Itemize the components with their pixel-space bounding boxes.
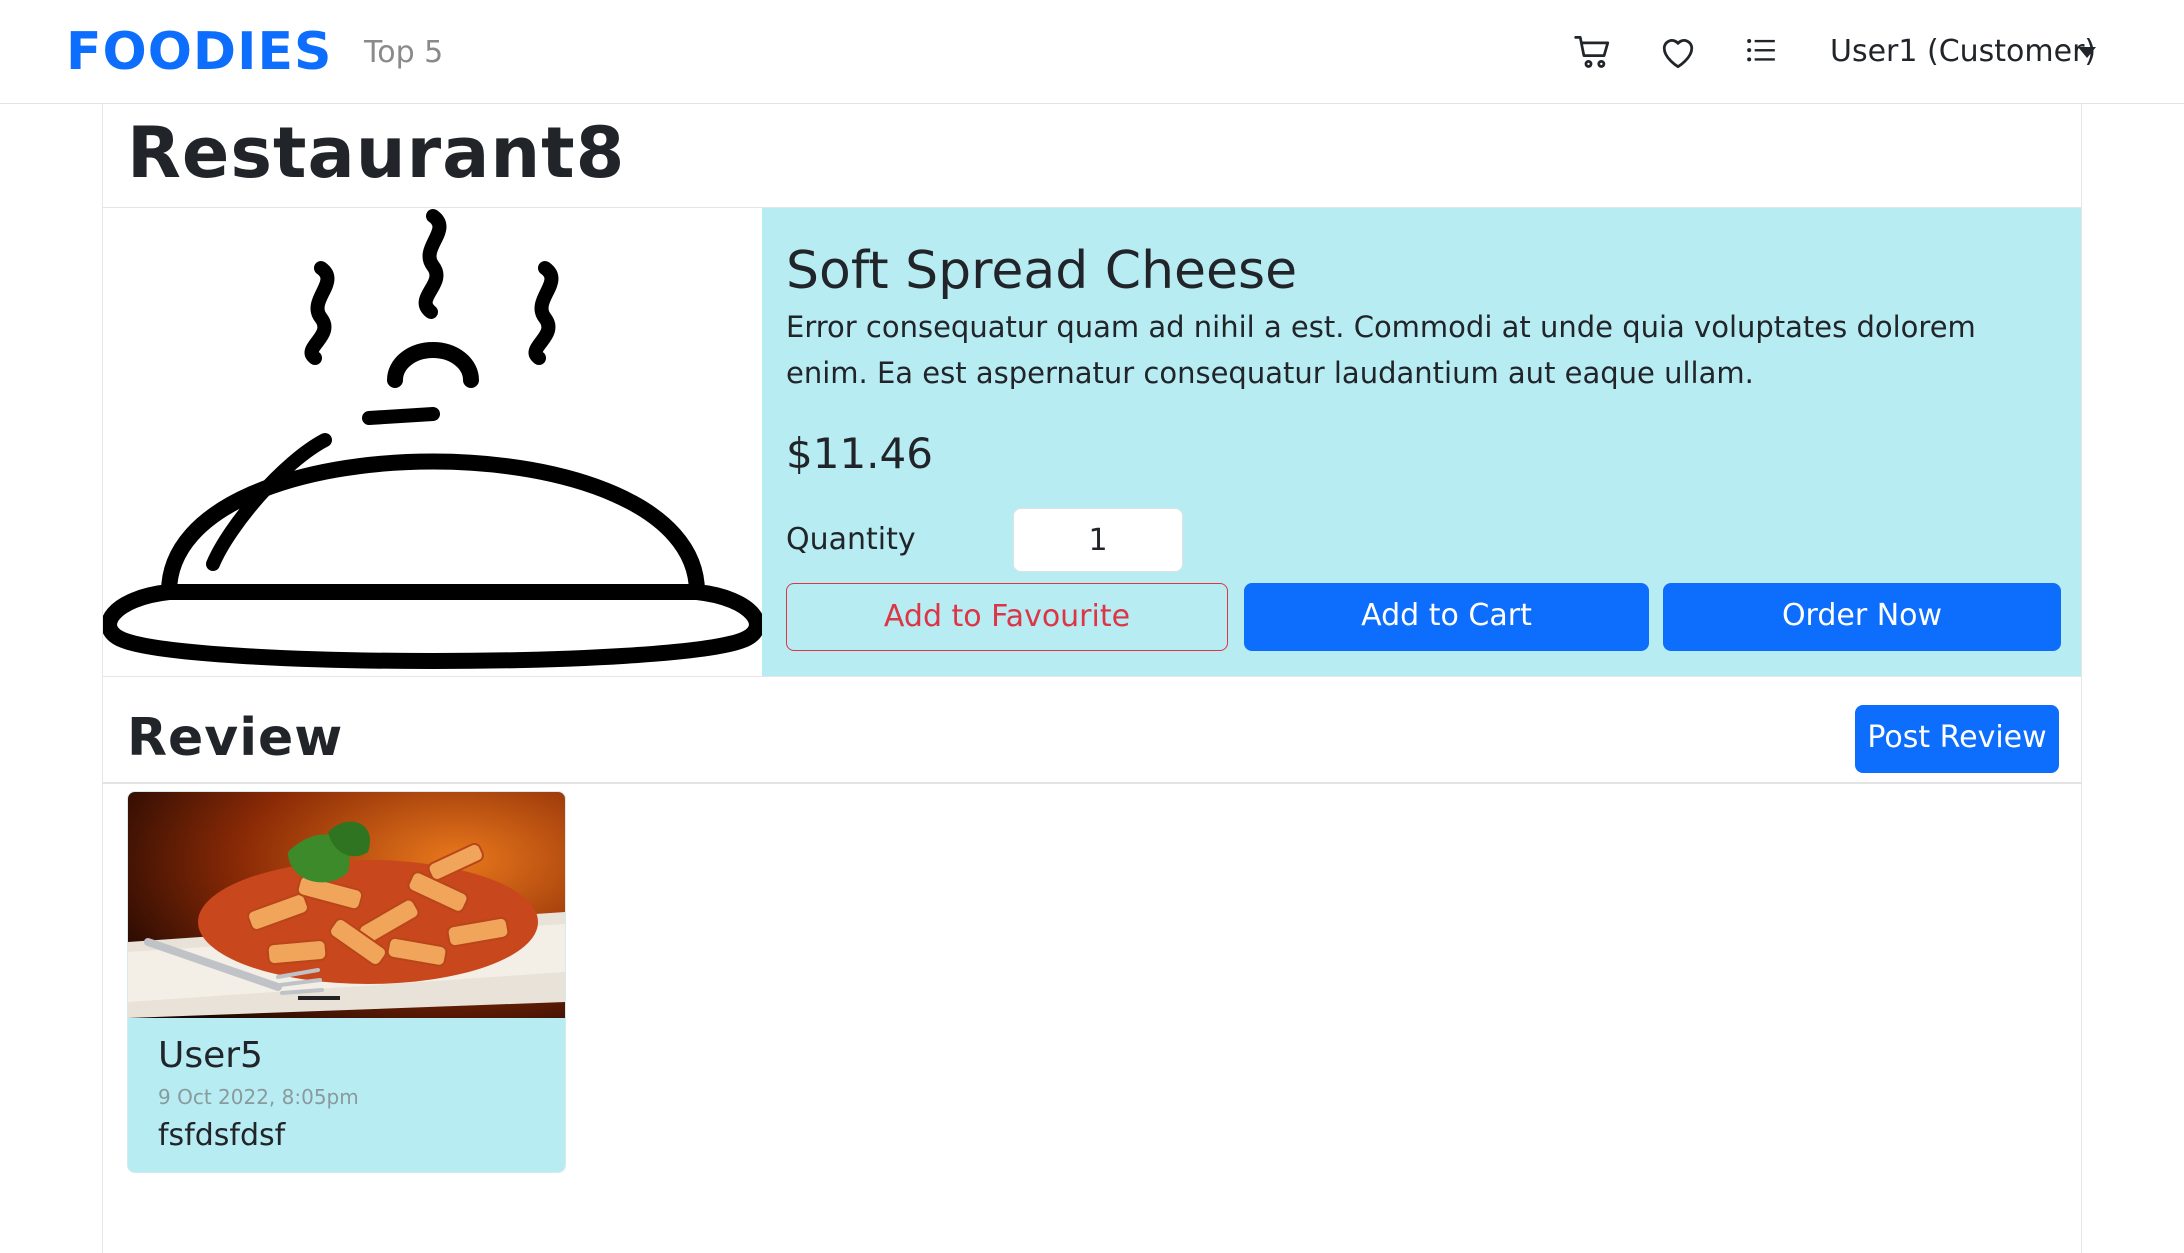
- product-name: Soft Spread Cheese: [786, 241, 1298, 301]
- cart-icon[interactable]: [1572, 30, 1616, 74]
- heart-icon[interactable]: [1656, 30, 1700, 74]
- navbar: FOODIES Top 5 User1 (Customer): [0, 0, 2184, 104]
- product-section: Soft Spread Cheese Error consequatur qua…: [103, 207, 2081, 677]
- quantity-label: Quantity: [786, 522, 916, 557]
- brand-logo[interactable]: FOODIES: [66, 22, 332, 82]
- product-info-panel: Soft Spread Cheese Error consequatur qua…: [762, 208, 2081, 676]
- review-text: fsfdsfdsf: [158, 1118, 286, 1153]
- user-menu[interactable]: User1 (Customer): [1830, 32, 2096, 72]
- add-to-cart-button[interactable]: Add to Cart: [1244, 583, 1649, 651]
- restaurant-title: Restaurant8: [127, 112, 626, 194]
- review-date: 9 Oct 2022, 8:05pm: [158, 1085, 359, 1109]
- review-card: User5 9 Oct 2022, 8:05pm fsfdsfdsf: [127, 791, 566, 1173]
- main-container: Restaurant8 Soft Spread Cheese Error con…: [102, 103, 2082, 1253]
- caret-down-icon[interactable]: [2078, 47, 2096, 58]
- list-icon[interactable]: [1740, 30, 1784, 74]
- review-username: User5: [158, 1035, 263, 1076]
- quantity-input[interactable]: [1013, 508, 1183, 572]
- add-to-favourite-button[interactable]: Add to Favourite: [786, 583, 1228, 651]
- order-now-button[interactable]: Order Now: [1663, 583, 2061, 651]
- nav-link-top5[interactable]: Top 5: [364, 33, 443, 73]
- product-price: $11.46: [786, 429, 933, 478]
- cloche-dish-icon: [103, 208, 762, 676]
- product-description: Error consequatur quam ad nihil a est. C…: [786, 310, 1976, 390]
- review-heading: Review: [127, 708, 344, 768]
- post-review-button[interactable]: Post Review: [1855, 705, 2059, 773]
- divider: [103, 782, 2081, 784]
- review-photo-pasta: [128, 792, 565, 1018]
